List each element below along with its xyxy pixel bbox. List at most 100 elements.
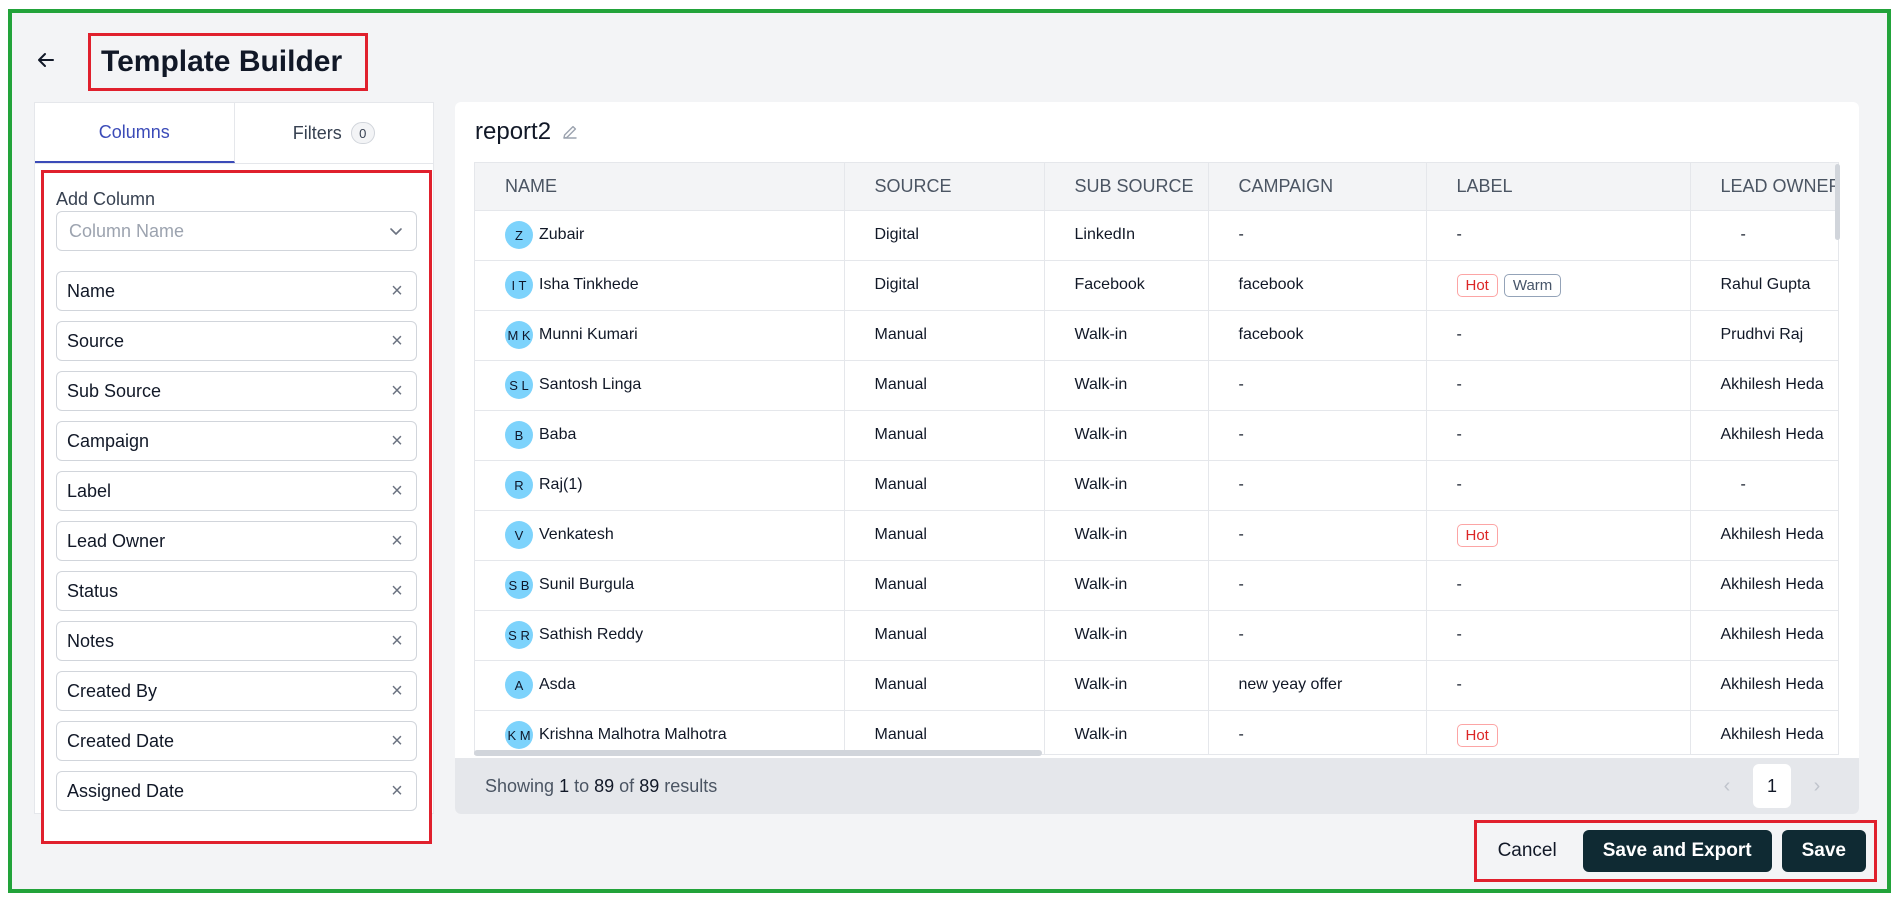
lead-name[interactable]: Santosh Linga [539,376,641,394]
source-cell: Manual [844,460,1045,511]
table-row[interactable]: K M Krishna Malhotra Malhotra Manual Walk-i… [475,710,1838,754]
table-row[interactable]: B Baba Manual Walk-in - - Akhilesh Heda [475,410,1838,461]
column-header[interactable]: SUB SOURCE [1044,163,1209,211]
cancel-button[interactable]: Cancel [1482,830,1573,872]
remove-column-icon[interactable]: × [388,681,406,701]
lead-name[interactable]: Sunil Burgula [539,576,634,594]
column-chip-label: Sub Source [67,380,162,401]
lead-name[interactable]: Zubair [539,226,584,244]
label-cell: - [1426,310,1691,361]
remove-column-icon[interactable]: × [388,631,406,651]
table-row[interactable]: Z Zubair Digital LinkedIn - - - [475,210,1838,261]
remove-column-icon[interactable]: × [388,431,406,451]
remove-column-icon[interactable]: × [388,531,406,551]
lead-name[interactable]: Munni Kumari [539,326,638,344]
label-cell: Hot Warm [1426,260,1691,311]
lead-name[interactable]: Asda [539,676,575,694]
tab-columns[interactable]: Columns [35,103,235,163]
remove-column-icon[interactable]: × [388,781,406,801]
next-page-icon[interactable]: › [1805,775,1829,798]
table-row[interactable]: I T Isha Tinkhede Digital Facebook facebook H… [475,260,1838,311]
campaign-cell: - [1208,510,1427,561]
column-chip[interactable]: Label × [56,471,417,511]
prev-page-icon[interactable]: ‹ [1715,775,1739,798]
column-header[interactable]: SOURCE [844,163,1045,211]
name-cell-content: V Venkatesh [505,521,843,549]
label-empty: - [1456,326,1462,343]
column-chip[interactable]: Created Date × [56,721,417,761]
campaign-cell: - [1208,560,1427,611]
report-table-container[interactable]: NAME SOURCE SUB SOURCE CAMPAIGN LABEL LEAD OW… [474,162,1839,755]
table-row[interactable]: R Raj(1) Manual Walk-in - - - [475,460,1838,511]
campaign-cell: - [1208,610,1427,661]
sub-source-cell: Walk-in [1044,360,1209,411]
source-cell: Manual [844,510,1045,561]
results-to-word: to [574,775,590,796]
report-name: report2 [475,118,552,145]
column-chip[interactable]: Lead Owner × [56,521,417,561]
label-empty: - [1456,376,1462,393]
lead-name[interactable]: Isha Tinkhede [539,276,639,294]
name-cell-content: M K Munni Kumari [505,321,843,349]
tab-filters-label: Filters [292,122,342,143]
lead-name[interactable]: Raj(1) [539,476,583,494]
table-row[interactable]: S R Sathish Reddy Manual Walk-in - - Akhilesh … [475,610,1838,661]
table-row[interactable]: S L Santosh Linga Manual Walk-in - - Akhilesh … [475,360,1838,411]
column-header[interactable]: CAMPAIGN [1208,163,1427,211]
column-chip[interactable]: Assigned Date × [56,771,417,811]
label-empty: - [1456,576,1462,593]
label-empty: - [1456,626,1462,643]
column-chip[interactable]: Campaign × [56,421,417,461]
sub-source-cell: LinkedIn [1044,210,1209,261]
back-button[interactable] [34,48,58,72]
column-header[interactable]: LEAD OWNER [1690,163,1838,211]
table-row[interactable]: S B Sunil Burgula Manual Walk-in - - Akhilesh … [475,560,1838,611]
save-button[interactable]: Save [1781,830,1866,872]
name-cell: I T Isha Tinkhede [475,260,845,311]
vertical-scrollbar[interactable] [1835,164,1840,240]
column-chip[interactable]: Status × [56,571,417,611]
column-chip[interactable]: Sub Source × [56,371,417,411]
lead-owner-cell: - [1690,460,1838,511]
remove-column-icon[interactable]: × [388,731,406,751]
page-number-button[interactable]: 1 [1753,764,1791,808]
lead-name[interactable]: Krishna Malhotra Malhotra [539,726,727,744]
lead-name[interactable]: Venkatesh [539,526,614,544]
lead-owner-cell: - [1690,210,1838,261]
results-prefix: Showing [485,775,555,796]
avatar: S B [505,571,533,599]
table-header-row: NAME SOURCE SUB SOURCE CAMPAIGN LABEL LEAD OW… [475,163,1838,211]
table-row[interactable]: V Venkatesh Manual Walk-in - Hot Akhilesh Heda [475,510,1838,561]
avatar: A [505,671,533,699]
lead-name[interactable]: Sathish Reddy [539,626,643,644]
horizontal-scrollbar[interactable] [474,750,1042,756]
remove-column-icon[interactable]: × [388,281,406,301]
label-cell: - [1426,560,1691,611]
tab-filters[interactable]: Filters 0 [235,103,434,163]
column-chip-list: Name × Source × Sub Source × Campaign × Label × Le… [56,271,417,811]
name-cell: M K Munni Kumari [475,310,845,361]
name-cell: K M Krishna Malhotra Malhotra [475,710,845,754]
campaign-cell: - [1208,410,1427,461]
table-row[interactable]: A Asda Manual Walk-in new yeay offer - Akhiles… [475,660,1838,711]
name-cell: A Asda [475,660,845,711]
column-chip[interactable]: Notes × [56,621,417,661]
column-header[interactable]: LABEL [1426,163,1691,211]
arrow-left-icon [38,53,54,67]
lead-name[interactable]: Baba [539,426,576,444]
column-chip[interactable]: Source × [56,321,417,361]
remove-column-icon[interactable]: × [388,381,406,401]
table-row[interactable]: M K Munni Kumari Manual Walk-in facebook - Pru… [475,310,1838,361]
column-name-select[interactable]: Column Name [56,211,417,251]
remove-column-icon[interactable]: × [388,581,406,601]
edit-icon[interactable] [561,123,579,141]
column-chip-label: Source [67,330,125,351]
remove-column-icon[interactable]: × [388,481,406,501]
column-chip[interactable]: Name × [56,271,417,311]
name-cell-content: S L Santosh Linga [505,371,843,399]
column-header[interactable]: NAME [475,163,845,211]
name-cell-content: K M Krishna Malhotra Malhotra [505,721,843,749]
remove-column-icon[interactable]: × [388,331,406,351]
column-chip[interactable]: Created By × [56,671,417,711]
save-and-export-button[interactable]: Save and Export [1582,830,1772,872]
